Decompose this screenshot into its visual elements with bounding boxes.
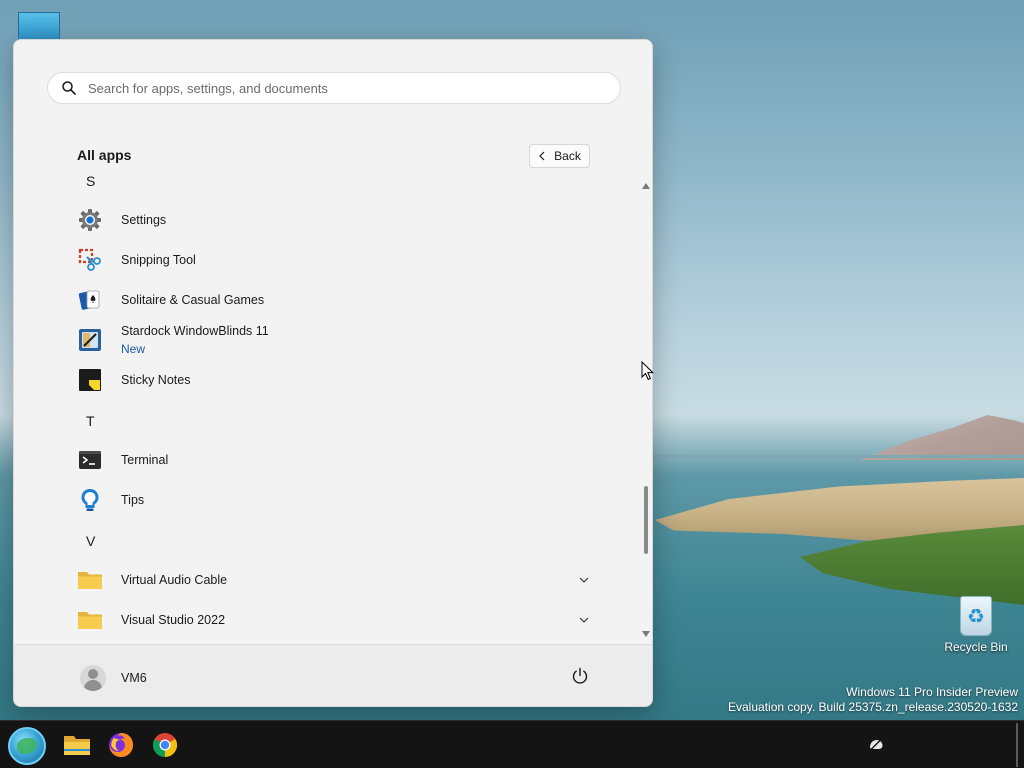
app-name: Stardock WindowBlinds 11	[121, 324, 269, 338]
app-name: Solitaire & Casual Games	[121, 293, 265, 307]
user-name[interactable]: VM6	[121, 671, 147, 685]
chrome-icon	[152, 733, 178, 757]
start-orb-icon	[17, 738, 37, 754]
app-name: Virtual Audio Cable	[121, 573, 228, 587]
chevron-down-icon[interactable]	[578, 574, 590, 586]
tray-network-icon[interactable]	[868, 737, 884, 751]
app-item-sticky-notes[interactable]: Sticky Notes	[14, 360, 624, 400]
app-item-terminal[interactable]: Terminal	[14, 440, 624, 480]
start-orb-button[interactable]	[8, 727, 46, 765]
app-name: Terminal	[121, 453, 169, 467]
watermark-line-2: Evaluation copy. Build 25375.zn_release.…	[728, 700, 1018, 714]
scroll-up-arrow-icon[interactable]	[641, 182, 651, 190]
taskbar-file-explorer[interactable]	[62, 730, 92, 760]
search-box[interactable]	[47, 72, 621, 104]
windowblinds-icon	[77, 327, 103, 353]
wallpaper-hills	[860, 415, 1024, 460]
app-item-visual-studio-2022[interactable]: Visual Studio 2022	[14, 600, 624, 640]
desktop-icon-top[interactable]	[18, 12, 60, 42]
chevron-down-icon[interactable]	[578, 614, 590, 626]
desktop-recycle-bin[interactable]: ♻ Recycle Bin	[942, 596, 1010, 654]
letter-header-v[interactable]: V	[86, 533, 95, 549]
folder-icon	[77, 567, 103, 593]
settings-gear-icon	[77, 207, 103, 233]
power-icon[interactable]	[571, 667, 589, 685]
terminal-icon	[77, 447, 103, 473]
tips-bulb-icon	[77, 487, 103, 513]
app-name: Tips	[121, 493, 145, 507]
taskbar	[0, 720, 1024, 768]
folder-icon	[77, 607, 103, 633]
scrollbar-thumb[interactable]	[644, 486, 648, 554]
app-item-snipping-tool[interactable]: Snipping Tool	[14, 240, 624, 280]
back-button[interactable]: Back	[529, 144, 590, 168]
new-badge: New	[121, 342, 146, 356]
sticky-notes-icon	[77, 367, 103, 393]
show-desktop-button[interactable]	[1016, 723, 1018, 767]
app-name: Settings	[121, 213, 167, 227]
app-item-tips[interactable]: Tips	[14, 480, 624, 520]
file-explorer-icon	[64, 736, 90, 755]
firefox-icon	[109, 733, 133, 757]
taskbar-firefox[interactable]	[106, 730, 136, 760]
snipping-tool-icon	[77, 247, 103, 273]
start-menu: All apps Back S	[13, 39, 653, 707]
app-name: Snipping Tool	[121, 253, 196, 267]
app-item-stardock-windowblinds[interactable]: Stardock WindowBlinds 11 New	[14, 320, 624, 360]
solitaire-cards-icon	[77, 287, 103, 313]
windows-watermark: Windows 11 Pro Insider Preview Evaluatio…	[728, 685, 1018, 715]
scroll-down-arrow-icon[interactable]	[641, 630, 651, 638]
app-name: Sticky Notes	[121, 373, 191, 387]
all-apps-title: All apps	[77, 147, 132, 163]
search-input[interactable]	[88, 80, 588, 96]
recycle-bin-icon: ♻	[960, 596, 992, 636]
app-item-settings[interactable]: Settings	[14, 200, 624, 240]
app-item-virtual-audio-cable[interactable]: Virtual Audio Cable	[14, 560, 624, 600]
watermark-line-1: Windows 11 Pro Insider Preview	[846, 685, 1018, 699]
app-item-solitaire[interactable]: Solitaire & Casual Games	[14, 280, 624, 320]
start-footer: VM6	[14, 644, 652, 706]
recycle-bin-label: Recycle Bin	[944, 640, 1008, 654]
back-button-label: Back	[554, 149, 581, 163]
mouse-cursor-icon	[641, 361, 655, 381]
app-name: Visual Studio 2022	[121, 613, 226, 627]
taskbar-chrome[interactable]	[150, 730, 180, 760]
search-icon	[62, 81, 76, 95]
wallpaper-horizon	[653, 455, 1024, 458]
user-avatar-icon[interactable]	[80, 665, 106, 691]
chevron-left-icon	[539, 151, 545, 161]
letter-header-t[interactable]: T	[86, 413, 95, 429]
letter-header-s[interactable]: S	[86, 173, 95, 189]
all-apps-list[interactable]: S Settings Snipping Tool Solitaire & Cas…	[14, 170, 642, 642]
